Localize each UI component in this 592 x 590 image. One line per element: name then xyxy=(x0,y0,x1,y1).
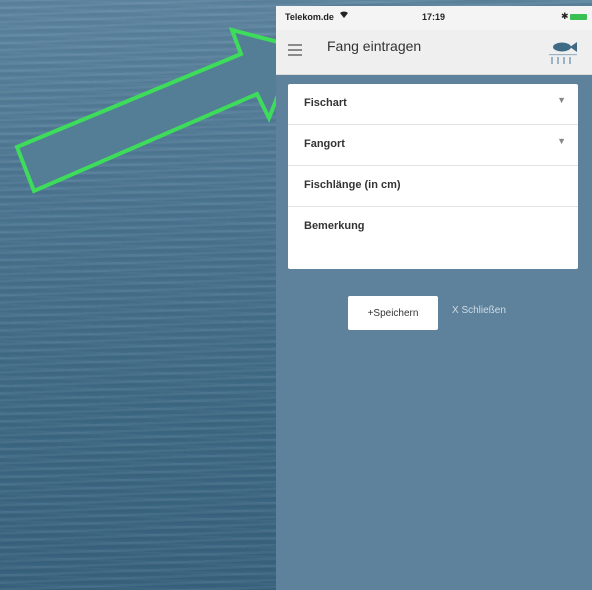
bluetooth-icon: ✱ xyxy=(561,11,569,21)
catch-form: Fischart ▼ Fangort ▼ Fischlänge (in cm) … xyxy=(288,84,578,269)
battery-icon xyxy=(570,14,587,20)
page-title: Fang eintragen xyxy=(327,38,422,54)
fish-length-input[interactable]: Fischlänge (in cm) xyxy=(288,166,578,207)
fish-species-label: Fischart xyxy=(304,97,347,109)
wifi-icon xyxy=(339,10,349,22)
app-bar: Fang eintragen xyxy=(276,30,592,75)
remark-label: Bemerkung xyxy=(304,220,365,232)
phone-screen: Telekom.de 17:19 ✱ Fang eintragen Fischa… xyxy=(276,6,592,590)
fish-logo-icon xyxy=(549,42,577,64)
chevron-down-icon: ▼ xyxy=(557,95,566,105)
fish-species-select[interactable]: Fischart ▼ xyxy=(288,84,578,125)
hamburger-menu-icon[interactable] xyxy=(288,44,302,56)
clock: 17:19 xyxy=(422,12,446,22)
close-button[interactable]: X Schließen xyxy=(452,305,506,316)
status-bar: Telekom.de 17:19 ✱ xyxy=(276,6,592,30)
remark-textarea[interactable]: Bemerkung xyxy=(288,207,578,269)
catch-location-select[interactable]: Fangort ▼ xyxy=(288,125,578,166)
catch-location-label: Fangort xyxy=(304,138,345,150)
fish-length-label: Fischlänge (in cm) xyxy=(304,179,401,191)
save-button[interactable]: +Speichern xyxy=(348,296,438,330)
carrier-name: Telekom.de xyxy=(285,12,334,22)
chevron-down-icon: ▼ xyxy=(557,136,566,146)
